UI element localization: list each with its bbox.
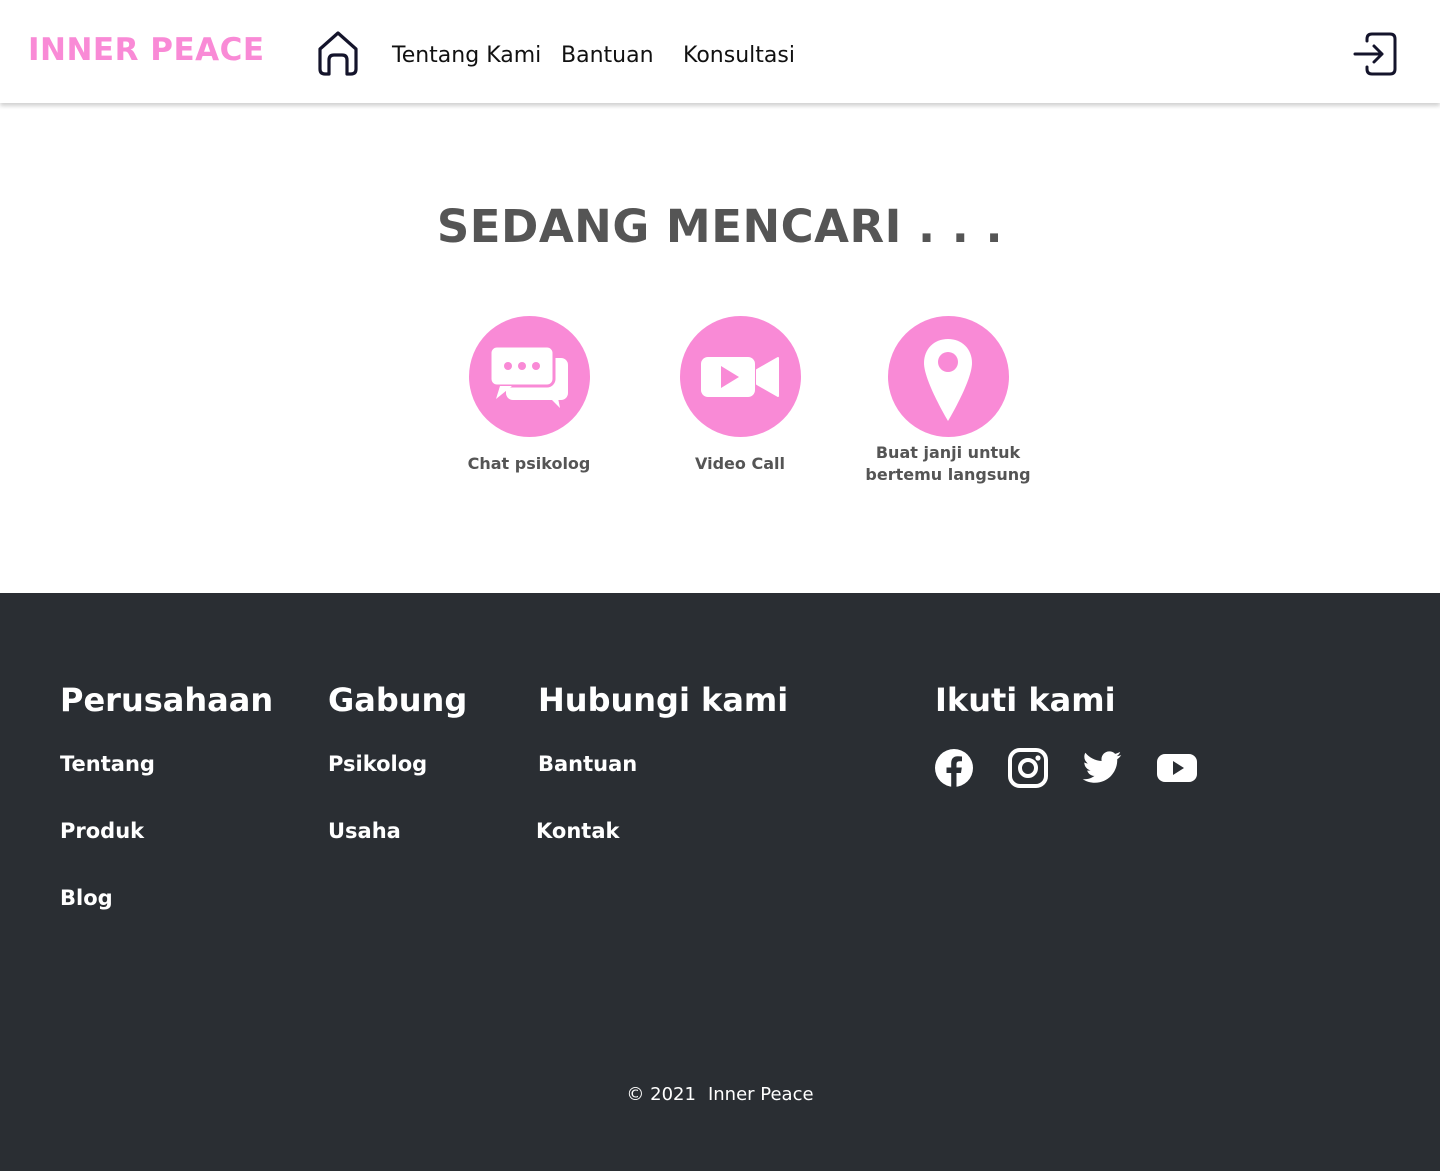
footer-heading-gabung: Gabung <box>328 681 468 719</box>
facebook-icon <box>935 749 973 787</box>
footer-heading-ikuti-kami: Ikuti kami <box>935 681 1116 719</box>
option-label: Buat janji untuk bertemu langsung <box>848 442 1048 486</box>
footer-link-bantuan[interactable]: Bantuan <box>538 752 637 776</box>
nav-tentang-kami[interactable]: Tentang Kami <box>392 43 541 68</box>
footer-link-produk[interactable]: Produk <box>60 819 144 843</box>
footer: Perusahaan Tentang Produk Blog Gabung Ps… <box>0 593 1440 1171</box>
twitter-link[interactable] <box>1081 747 1123 789</box>
option-label-line: Buat janji untuk <box>875 443 1021 462</box>
footer-link-psikolog[interactable]: Psikolog <box>328 752 427 776</box>
option-label: Chat psikolog <box>467 454 591 473</box>
instagram-link[interactable] <box>1007 747 1049 789</box>
footer-link-usaha[interactable]: Usaha <box>328 819 401 843</box>
nav-konsultasi[interactable]: Konsultasi <box>683 43 795 68</box>
copyright-name: Inner Peace <box>707 1084 814 1105</box>
footer-link-kontak[interactable]: Kontak <box>536 819 619 843</box>
instagram-icon <box>1008 748 1048 788</box>
option-circle <box>887 316 1009 437</box>
facebook-link[interactable] <box>933 747 975 789</box>
option-janji-langsung[interactable]: Buat janji untuk bertemu langsung <box>848 316 1048 486</box>
nav-bantuan[interactable]: Bantuan <box>561 43 654 68</box>
option-label-line: bertemu langsung <box>865 465 1031 484</box>
header: INNER PEACE Tentang Kami Bantuan Konsult… <box>0 0 1440 103</box>
home-icon <box>318 31 358 76</box>
login-icon <box>1353 32 1397 76</box>
option-circle <box>679 316 801 437</box>
copyright: © 2021 Inner Peace <box>0 1084 1440 1105</box>
footer-heading-hubungi-kami: Hubungi kami <box>538 681 789 719</box>
footer-link-blog[interactable]: Blog <box>60 886 113 910</box>
video-camera-icon <box>701 356 779 397</box>
home-button[interactable] <box>314 28 362 78</box>
copyright-year: © 2021 <box>626 1084 696 1105</box>
youtube-link[interactable] <box>1156 747 1198 789</box>
page-title: SEDANG MENCARI . . . <box>436 200 1004 253</box>
option-video-call[interactable]: Video Call <box>640 316 840 475</box>
footer-link-tentang[interactable]: Tentang <box>60 752 155 776</box>
login-button[interactable] <box>1352 30 1400 78</box>
footer-heading-perusahaan: Perusahaan <box>60 681 274 719</box>
option-label: Video Call <box>695 454 785 473</box>
youtube-icon <box>1157 754 1197 782</box>
logo[interactable]: INNER PEACE <box>28 32 265 68</box>
twitter-icon <box>1082 751 1122 783</box>
option-circle <box>468 316 590 437</box>
chat-bubbles-icon <box>488 344 568 408</box>
option-chat-psikolog[interactable]: Chat psikolog <box>429 316 629 475</box>
location-pin-icon <box>924 338 972 421</box>
